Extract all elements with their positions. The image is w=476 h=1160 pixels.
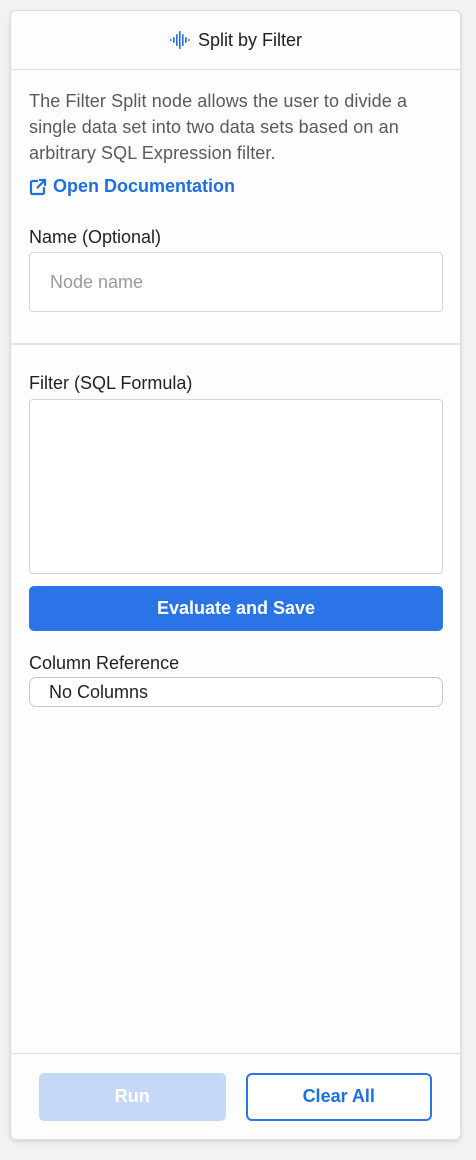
node-name-input[interactable] (29, 252, 443, 312)
filter-sql-textarea[interactable] (29, 399, 443, 574)
filter-field-label: Filter (SQL Formula) (29, 373, 193, 393)
split-by-filter-panel: Split by Filter The Filter Split node al… (10, 10, 461, 1140)
split-waveform-icon (169, 30, 191, 50)
node-description: The Filter Split node allows the user to… (29, 91, 408, 163)
open-documentation-label: Open Documentation (53, 176, 236, 196)
intro-section: The Filter Split node allows the user to… (11, 70, 460, 345)
name-field-label: Name (Optional) (29, 227, 162, 247)
clear-all-button[interactable]: Clear All (245, 1072, 432, 1121)
open-documentation-link[interactable]: Open Documentation (29, 176, 442, 197)
column-reference-select[interactable]: No Columns (29, 677, 443, 707)
filter-section: Filter (SQL Formula) Evaluate and Save C… (11, 373, 460, 707)
evaluate-and-save-button[interactable]: Evaluate and Save (29, 586, 443, 631)
panel-footer: Run Clear All (11, 1053, 460, 1139)
column-reference-value: No Columns (49, 681, 149, 702)
panel-header: Split by Filter (11, 11, 460, 70)
external-link-icon (29, 178, 47, 196)
column-reference-label: Column Reference (29, 653, 180, 673)
run-button[interactable]: Run (39, 1072, 226, 1121)
panel-title: Split by Filter (197, 29, 303, 50)
